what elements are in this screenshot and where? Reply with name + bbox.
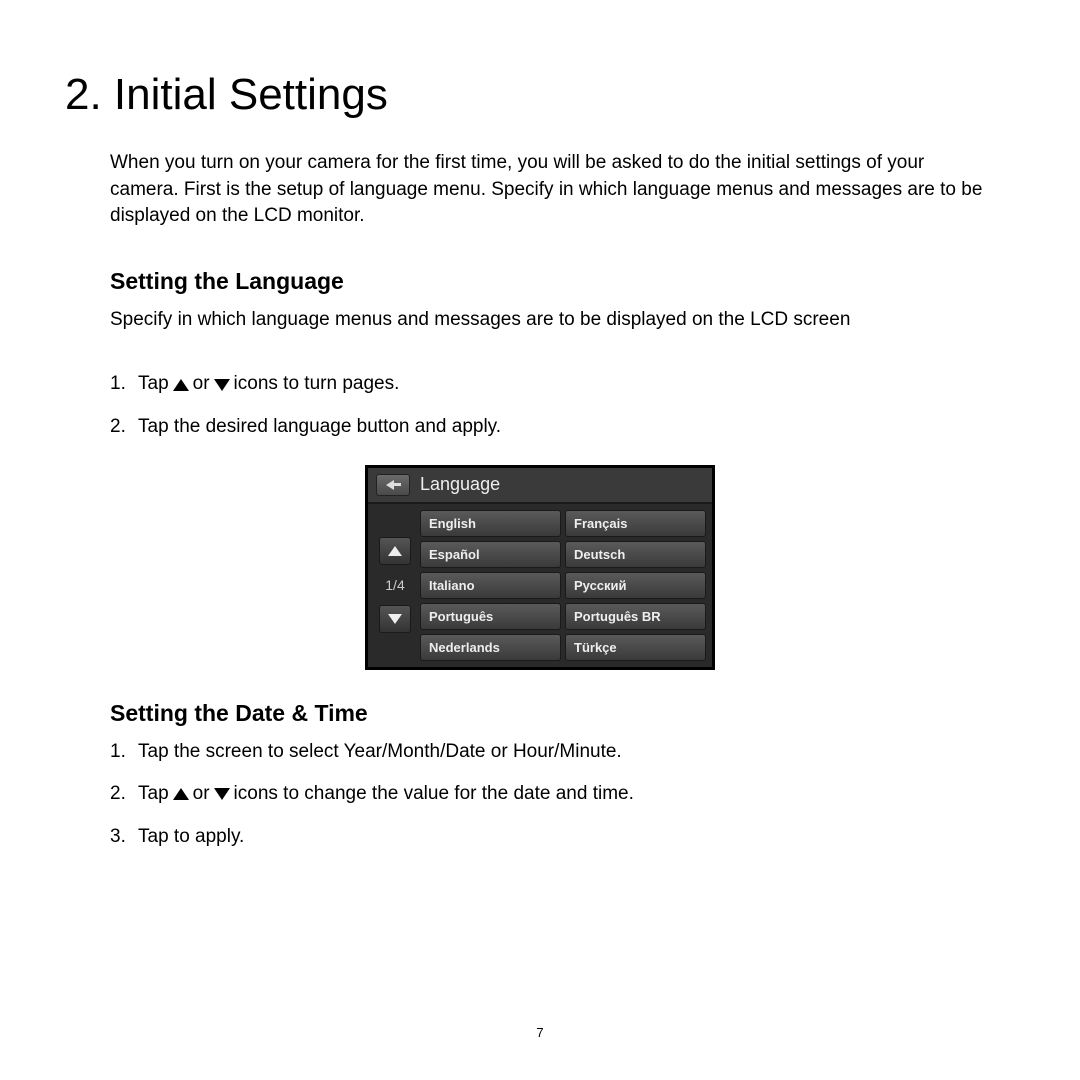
step-text: Tap the screen to select Year/Month/Date… <box>138 739 622 766</box>
step-text: Tap <box>138 371 169 398</box>
step-text: Tap to apply. <box>138 824 244 851</box>
up-arrow-icon <box>388 546 402 556</box>
language-button[interactable]: Italiano <box>420 572 561 599</box>
step-text: or <box>193 371 210 398</box>
language-button[interactable]: Português <box>420 603 561 630</box>
page-down-button[interactable] <box>379 605 411 633</box>
back-arrow-line <box>393 483 401 486</box>
back-button[interactable] <box>376 474 410 496</box>
chapter-title: 2. Initial Settings <box>65 70 1020 120</box>
language-button[interactable]: Português BR <box>565 603 706 630</box>
section-date-title: Setting the Date & Time <box>110 700 1020 727</box>
page-up-button[interactable] <box>379 537 411 565</box>
lcd-screenshot: Language 1/4 English Français Español De… <box>365 465 715 670</box>
date-steps: 1. Tap the screen to select Year/Month/D… <box>110 739 1020 851</box>
step-number: 2. <box>110 414 138 441</box>
step-number: 1. <box>110 371 138 398</box>
language-button[interactable]: Deutsch <box>565 541 706 568</box>
language-button[interactable]: Español <box>420 541 561 568</box>
step-text: icons to turn pages. <box>234 371 400 398</box>
page-number: 7 <box>0 1025 1080 1040</box>
up-arrow-icon <box>173 788 189 800</box>
step-number: 3. <box>110 824 138 851</box>
step-text: Tap <box>138 781 169 808</box>
language-button[interactable]: English <box>420 510 561 537</box>
step-number: 2. <box>110 781 138 808</box>
up-arrow-icon <box>173 379 189 391</box>
down-arrow-icon <box>214 379 230 391</box>
section-language-title: Setting the Language <box>110 268 1020 295</box>
pager: 1/4 <box>372 508 418 663</box>
step-number: 1. <box>110 739 138 766</box>
step-text: or <box>193 781 210 808</box>
language-button[interactable]: Français <box>565 510 706 537</box>
language-button[interactable]: Türkçe <box>565 634 706 661</box>
section-language-desc: Specify in which language menus and mess… <box>110 307 990 334</box>
language-button[interactable]: Русский <box>565 572 706 599</box>
intro-text: When you turn on your camera for the fir… <box>110 150 990 230</box>
down-arrow-icon <box>388 614 402 624</box>
step-text: Tap the desired language button and appl… <box>138 414 501 441</box>
page-indicator: 1/4 <box>385 577 404 593</box>
screen-title: Language <box>420 474 500 495</box>
step-text: icons to change the value for the date a… <box>234 781 634 808</box>
language-button[interactable]: Nederlands <box>420 634 561 661</box>
language-steps: 1. Tap or icons to turn pages. 2. Tap th… <box>110 371 1020 440</box>
language-grid: English Français Español Deutsch Italian… <box>418 508 708 663</box>
down-arrow-icon <box>214 788 230 800</box>
